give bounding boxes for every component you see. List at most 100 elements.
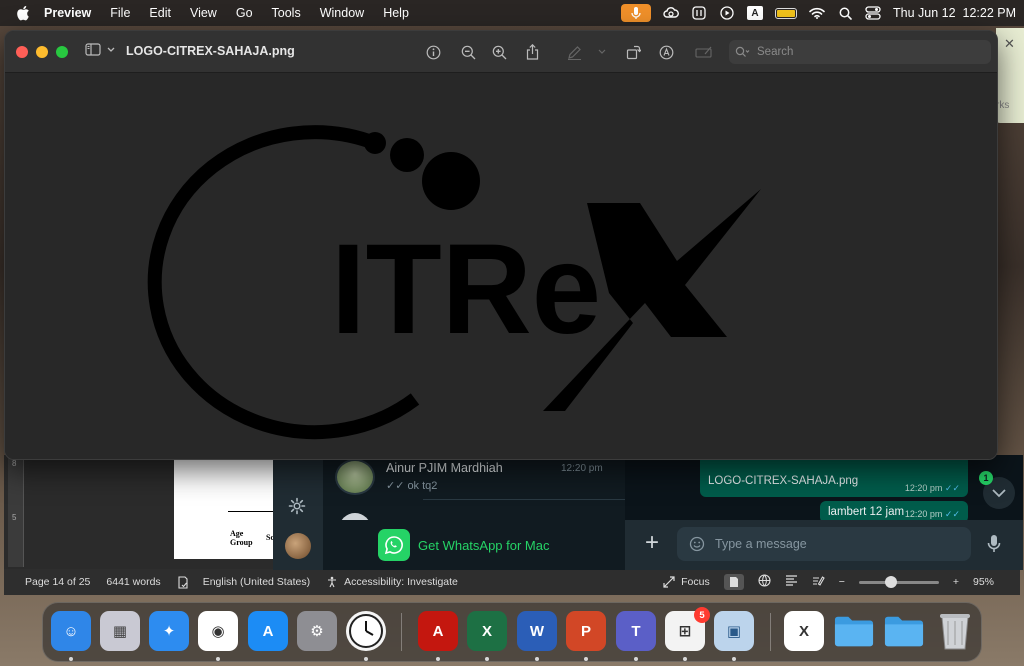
rotate-icon[interactable] [624, 43, 642, 61]
trash-icon[interactable] [935, 611, 975, 651]
menubar-clock[interactable]: Thu Jun 12 12:22 PM [893, 6, 1016, 20]
get-whatsapp-banner[interactable]: Get WhatsApp for Mac [323, 520, 625, 570]
table-header-line: Group [230, 538, 253, 547]
creative-cloud-icon[interactable] [663, 5, 679, 21]
vertical-ruler: 8 5 [8, 455, 24, 567]
accessibility-icon [328, 576, 337, 588]
form-fill-icon[interactable] [695, 43, 713, 61]
acrobat-icon[interactable]: A [418, 611, 458, 651]
fullscreen-button[interactable] [56, 46, 68, 58]
message-time: 12:20 pm [904, 509, 943, 519]
sidebar-icon [85, 43, 101, 56]
avatar[interactable] [285, 533, 311, 559]
search-field[interactable] [729, 40, 991, 64]
chrome-glyph: ◉ [211, 623, 225, 640]
menu-help[interactable]: Help [383, 6, 409, 20]
read-ticks-icon: ✓✓ [944, 509, 960, 519]
page-count[interactable]: Page 14 of 25 [25, 576, 90, 588]
dock: ☺ ▦ ✦ ◉ A ⚙ A X W P T ⊞ 5 ▣ X [42, 602, 982, 662]
maps-icon[interactable] [691, 5, 707, 21]
microsoft-store-icon[interactable]: ⊞ 5 [665, 607, 710, 651]
excel-document-icon[interactable]: X [784, 611, 824, 651]
outline-view-icon[interactable] [785, 575, 798, 589]
ruler-mark: 8 [12, 459, 17, 468]
play-icon[interactable] [719, 5, 735, 21]
launchpad-icon[interactable]: ▦ [100, 611, 140, 651]
preview-icon[interactable]: ▣ [714, 611, 754, 651]
menu-tools[interactable]: Tools [272, 6, 301, 20]
attach-button[interactable]: + [645, 531, 659, 555]
menu-edit[interactable]: Edit [149, 6, 171, 20]
mic-icon[interactable] [621, 4, 651, 22]
accessibility-status[interactable]: Accessibility: Investigate [326, 576, 458, 588]
document-page[interactable]: Age Group Sco [174, 455, 279, 559]
menu-view[interactable]: View [190, 6, 217, 20]
proofing-icon[interactable] [177, 575, 189, 589]
dock-separator [770, 613, 771, 651]
gear-icon[interactable] [288, 497, 306, 515]
close-button[interactable] [16, 46, 28, 58]
markup-pen-icon[interactable] [565, 43, 583, 61]
wifi-icon[interactable] [809, 5, 825, 21]
language[interactable]: English (United States) [203, 576, 310, 588]
chat-name: Ainur PJIM Mardhiah [386, 461, 503, 475]
keyboard-input-icon[interactable]: A [747, 6, 763, 20]
teams-icon[interactable]: T [616, 611, 656, 651]
zoom-out-button[interactable]: − [839, 576, 845, 588]
share-icon[interactable] [523, 43, 541, 61]
read-ticks-icon: ✓✓ [386, 480, 405, 492]
apple-icon[interactable] [16, 5, 30, 21]
minimize-button[interactable] [36, 46, 48, 58]
message-input-placeholder: Type a message [715, 537, 807, 551]
emoji-icon[interactable] [689, 536, 705, 552]
message-bubble[interactable]: LOGO-CITREX-SAHAJA.png 12:20 pm ✓✓ [700, 455, 968, 497]
zoom-level[interactable]: 95% [973, 576, 994, 588]
draft-view-icon[interactable] [812, 575, 825, 590]
menu-file[interactable]: File [110, 6, 130, 20]
menu-go[interactable]: Go [236, 6, 253, 20]
powerpoint-icon[interactable]: P [566, 611, 606, 651]
chevron-down-icon[interactable] [593, 43, 611, 61]
finder-icon[interactable]: ☺ [51, 611, 91, 651]
dock-separator [401, 613, 402, 651]
running-indicator [216, 657, 220, 661]
folder-icon[interactable] [884, 611, 924, 651]
menu-bar: Preview File Edit View Go Tools Window H… [0, 0, 1024, 26]
mic-icon[interactable] [987, 534, 1001, 554]
acrobat-glyph: A [432, 622, 444, 640]
search-input[interactable] [757, 46, 977, 58]
zoom-slider-knob[interactable] [884, 575, 897, 588]
menu-app-name[interactable]: Preview [44, 6, 91, 20]
safari-icon[interactable]: ✦ [149, 611, 189, 651]
web-layout-view-icon[interactable] [758, 574, 771, 590]
folder-icon[interactable] [834, 611, 874, 651]
close-icon[interactable]: ✕ [1004, 36, 1015, 52]
zoom-in-button[interactable]: + [953, 576, 959, 588]
zoom-out-icon[interactable] [459, 43, 477, 61]
word-count[interactable]: 6441 words [106, 576, 160, 588]
table-header-age-group: Age Group [230, 529, 253, 547]
focus-button[interactable]: Focus [663, 576, 710, 588]
system-settings-icon[interactable]: ⚙ [297, 611, 337, 651]
zoom-in-icon[interactable] [490, 43, 508, 61]
message-composer: + Type a message [625, 520, 1023, 570]
image-canvas[interactable]: ITRe [5, 73, 997, 459]
control-center-icon[interactable] [865, 5, 881, 21]
app-store-icon[interactable]: A [248, 611, 288, 651]
info-icon[interactable] [424, 43, 442, 61]
running-indicator [732, 657, 736, 661]
search-icon[interactable] [837, 5, 853, 21]
menu-window[interactable]: Window [320, 6, 364, 20]
message-input[interactable]: Type a message [677, 527, 971, 561]
chrome-icon[interactable]: ◉ [198, 611, 238, 651]
print-layout-view-icon[interactable] [723, 574, 744, 590]
clock-icon[interactable] [346, 611, 386, 651]
excel-icon[interactable]: X [467, 611, 507, 651]
word-icon[interactable]: W [517, 611, 557, 651]
whatsapp-window: Ainur PJIM Mardhiah 12:20 pm ✓✓ ok tq2 Ge… [273, 455, 1023, 570]
zoom-slider[interactable] [858, 575, 939, 588]
sidebar-toggle-button[interactable] [85, 43, 115, 56]
annotate-icon[interactable] [657, 43, 675, 61]
battery-icon[interactable] [775, 7, 797, 19]
background-window[interactable]: ✕ rks [996, 28, 1024, 123]
